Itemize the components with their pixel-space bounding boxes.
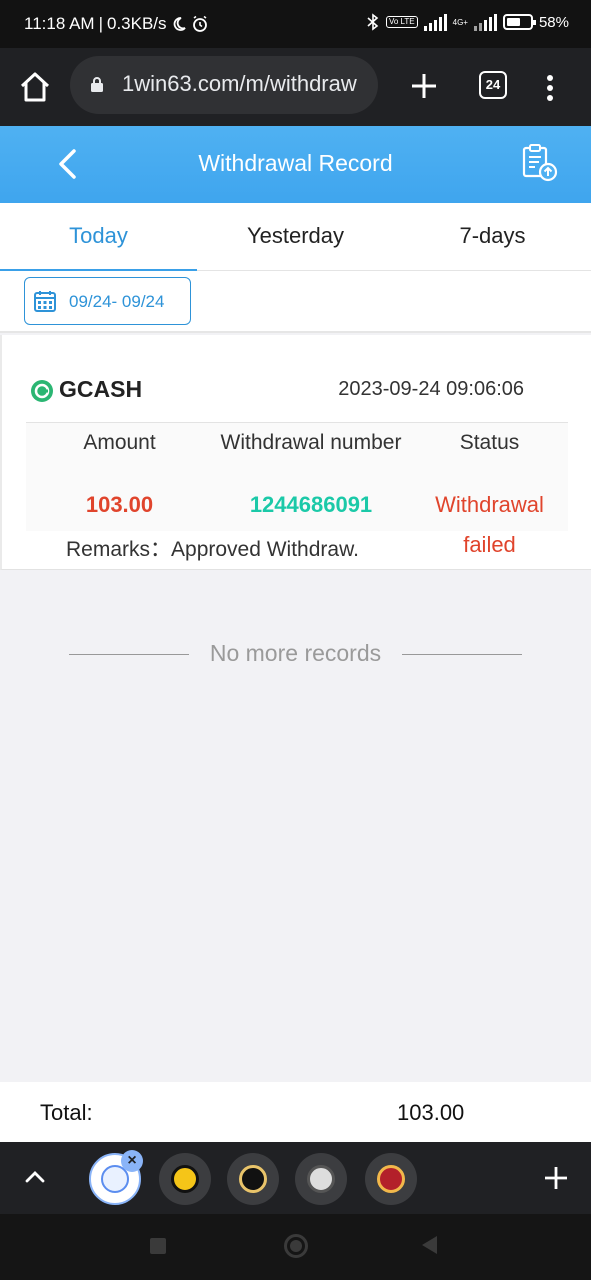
divider-right bbox=[402, 654, 522, 655]
calendar-icon bbox=[34, 291, 56, 312]
tab-switcher-button[interactable]: 24 bbox=[479, 71, 507, 99]
signal-icon bbox=[423, 13, 447, 31]
system-nav-bar bbox=[0, 1214, 591, 1280]
lock-tab-icon bbox=[239, 1165, 267, 1193]
tab-thumb-4[interactable] bbox=[295, 1153, 347, 1205]
battery-percent: 58% bbox=[538, 13, 569, 31]
tab-7-days[interactable]: 7-days bbox=[394, 203, 591, 271]
chevron-up-icon[interactable] bbox=[22, 1164, 48, 1190]
home-icon[interactable] bbox=[16, 68, 54, 106]
tab-yesterday[interactable]: Yesterday bbox=[197, 203, 394, 271]
status-bar: 11:18 AM | 0.3KB/s Vo LTE 4G+ 58% bbox=[0, 0, 591, 48]
no-more-records: No more records bbox=[0, 638, 591, 672]
url-text: 1win63.com/m/withdraw bbox=[122, 71, 357, 96]
amount-header: Amount bbox=[83, 431, 156, 454]
period-tabs: Today Yesterday 7-days bbox=[0, 203, 591, 272]
net-speed: 0.3KB/s bbox=[107, 14, 167, 33]
casino-tab-icon bbox=[377, 1165, 405, 1193]
clipboard-upload-icon[interactable] bbox=[518, 142, 560, 184]
recents-icon[interactable] bbox=[150, 1238, 166, 1254]
tab-thumb-5[interactable] bbox=[365, 1153, 417, 1205]
date-filter-row: 09/24- 09/24 bbox=[0, 271, 591, 333]
battery-icon bbox=[502, 14, 536, 30]
status-value: Withdrawal failed bbox=[422, 485, 557, 565]
record-datetime: 2023-09-24 09:06:06 bbox=[338, 378, 524, 400]
signal-icon-2 bbox=[473, 13, 497, 31]
document-tab-icon bbox=[307, 1165, 335, 1193]
back-nav-icon[interactable] bbox=[422, 1236, 437, 1254]
network-type: 4G+ bbox=[452, 17, 468, 27]
browser-toolbar: 1win63.com/m/withdraw 24 bbox=[0, 48, 591, 126]
status-time: 11:18 AM bbox=[24, 14, 95, 33]
w-casino-tab-icon bbox=[171, 1165, 199, 1193]
status-line-2: failed bbox=[463, 532, 516, 557]
lock-icon bbox=[91, 77, 103, 92]
bluetooth-icon bbox=[367, 13, 379, 31]
volte-badge: Vo LTE bbox=[385, 16, 418, 28]
tab-today[interactable]: Today bbox=[0, 203, 197, 272]
payment-method: GCASH bbox=[59, 376, 143, 402]
home-nav-icon[interactable] bbox=[284, 1234, 308, 1258]
close-tab-icon[interactable]: × bbox=[121, 1150, 143, 1172]
status-line-1: Withdrawal bbox=[435, 492, 544, 517]
browser-tab-strip: × bbox=[0, 1142, 591, 1214]
app-header: Withdrawal Record bbox=[0, 126, 591, 203]
more-menu-icon[interactable] bbox=[538, 68, 562, 108]
remarks-text: Remarks：Approved Withdraw. bbox=[66, 538, 359, 561]
date-range-picker[interactable]: 09/24- 09/24 bbox=[24, 277, 191, 325]
add-tab-icon[interactable] bbox=[542, 1164, 570, 1192]
amount-value: 103.00 bbox=[85, 492, 154, 517]
new-tab-icon[interactable] bbox=[404, 66, 444, 106]
total-value: 103.00 bbox=[397, 1100, 465, 1125]
total-bar: Total: 103.00 bbox=[0, 1082, 591, 1142]
gcash-logo-icon bbox=[31, 380, 53, 402]
date-range-label: 09/24- 09/24 bbox=[69, 292, 165, 311]
tab-thumb-3[interactable] bbox=[227, 1153, 279, 1205]
page-title: Withdrawal Record bbox=[198, 150, 393, 176]
tab-thumb-2[interactable] bbox=[159, 1153, 211, 1205]
alarm-icon bbox=[192, 15, 207, 32]
status-header: Status bbox=[459, 431, 520, 454]
withdrawal-number-header: Withdrawal number bbox=[220, 431, 402, 454]
address-bar[interactable]: 1win63.com/m/withdraw bbox=[70, 56, 378, 114]
withdrawal-record-card: GCASH 2023-09-24 09:06:06 Amount Withdra… bbox=[0, 335, 591, 570]
withdrawal-number-value: 1244686091 bbox=[249, 492, 373, 517]
total-label: Total: bbox=[40, 1100, 93, 1125]
moon-icon bbox=[173, 17, 186, 31]
